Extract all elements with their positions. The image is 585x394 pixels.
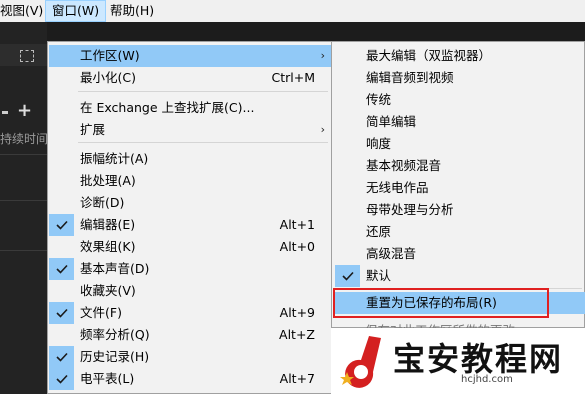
menu-item-label: 在 Exchange 上查找扩展(C)... — [80, 100, 255, 115]
menu-item-shortcut: Alt+7 — [279, 371, 315, 386]
window-menu-item[interactable]: 文件(F) Alt+9 — [49, 302, 333, 324]
menu-item-label: 工作区(W) — [80, 48, 140, 63]
divider — [0, 154, 47, 155]
workspace-menu-item[interactable]: 高级混音 — [333, 243, 585, 265]
window-menu-item[interactable]: 收藏夹(V) — [49, 280, 333, 302]
menu-item-shortcut: Alt+1 — [279, 217, 315, 232]
workspace-submenu: 最大编辑（双监视器） 编辑音频到视频 传统简单编辑响度基本视频混音 无线电作品母带处理… — [331, 41, 585, 328]
menu-item-shortcut: Ctrl+M — [271, 70, 316, 85]
window-menu-item[interactable]: 最小化(C) Ctrl+M — [49, 67, 333, 89]
workspace-menu-item[interactable]: 传统 — [333, 89, 585, 111]
menu-item-label: 最小化(C) — [80, 70, 136, 85]
window-menu-item[interactable]: 在 Exchange 上查找扩展(C)... — [49, 97, 333, 119]
menu-item-label: 高级混音 — [366, 246, 417, 261]
checkmark-icon — [335, 265, 360, 287]
workspace-menu-item[interactable]: 基本视频混音 — [333, 155, 585, 177]
menu-item-shortcut: Alt+Z — [279, 327, 315, 342]
menu-item-label: 还原 — [366, 224, 392, 239]
window-menu-item[interactable]: 扩展 › — [49, 119, 333, 141]
checkmark-icon — [49, 302, 74, 324]
workspace-menu-item[interactable]: 响度 — [333, 133, 585, 155]
add-plus-icon[interactable]: + — [17, 100, 32, 121]
menu-bar: 视图(V) 窗口(W) 帮助(H) — [0, 0, 585, 22]
menu-item-label: 收藏夹(V) — [80, 283, 136, 298]
window-menu-item[interactable]: 诊断(D) — [49, 192, 333, 214]
checkmark-icon — [49, 368, 74, 390]
menu-help[interactable]: 帮助(H) — [104, 0, 160, 22]
workspace-menu-item[interactable]: 简单编辑 — [333, 111, 585, 133]
window-menu-item[interactable]: 批处理(A) — [49, 170, 333, 192]
menu-view[interactable]: 视图(V) — [0, 0, 49, 22]
window-menu-item[interactable]: 工作区(W) › — [49, 45, 333, 67]
menu-item-label: 基本视频混音 — [366, 158, 442, 173]
menu-item-label: 扩展 — [80, 122, 106, 137]
workspace-menu-item[interactable]: 母带处理与分析 — [333, 199, 585, 221]
frame-select-icon[interactable] — [20, 50, 34, 62]
menu-item-label: 母带处理与分析 — [366, 202, 454, 217]
window-menu-item[interactable]: 电平表(L) Alt+7 — [49, 368, 333, 390]
checkmark-icon — [49, 258, 74, 280]
minus-icon[interactable] — [2, 111, 8, 114]
menu-item-label: 电平表(L) — [80, 371, 135, 386]
menu-separator — [78, 142, 328, 143]
divider — [0, 200, 47, 201]
menu-item-label: 无线电作品 — [366, 180, 429, 195]
window-menu-dropdown: 工作区(W) › 最小化(C) Ctrl+M 在 Exchange 上查找扩展(C)..… — [47, 41, 333, 394]
menu-item-label: 批处理(A) — [80, 173, 136, 188]
menu-item-shortcut: Alt+9 — [279, 305, 315, 320]
watermark-logo-icon — [340, 336, 381, 388]
workspace-menu-item[interactable]: 无线电作品 — [333, 177, 585, 199]
highlight-annotation-box — [333, 288, 549, 318]
workspace-menu-item[interactable]: 还原 — [333, 221, 585, 243]
background-panel — [0, 22, 47, 394]
menu-window[interactable]: 窗口(W) — [45, 0, 107, 22]
window-menu-item[interactable]: 基本声音(D) — [49, 258, 333, 280]
menu-item-shortcut: Alt+0 — [279, 239, 315, 254]
watermark-url: hcjhd.com — [461, 374, 513, 385]
menu-item-label: 默认 — [366, 268, 392, 283]
submenu-arrow-icon: › — [320, 123, 325, 136]
menu-item-label: 文件(F) — [80, 305, 122, 320]
menu-item-label: 最大编辑（双监视器） — [366, 48, 492, 63]
menu-item-label: 振幅统计(A) — [80, 151, 149, 166]
workspace-menu-item[interactable]: 默认 — [333, 265, 585, 287]
watermark: 宝安教程网 hcjhd.com — [331, 328, 585, 394]
workspace-menu-item[interactable]: 最大编辑（双监视器） — [333, 45, 585, 67]
window-menu-item[interactable]: 频率分析(Q) Alt+Z — [49, 324, 333, 346]
window-menu-item[interactable]: 历史记录(H) — [49, 346, 333, 368]
checkmark-icon — [49, 346, 74, 368]
submenu-arrow-icon: › — [320, 49, 325, 62]
menu-item-label: 编辑音频到视频 — [366, 70, 454, 85]
menu-item-label: 效果组(K) — [80, 239, 136, 254]
window-menu-item[interactable]: 效果组(K) Alt+0 — [49, 236, 333, 258]
menu-item-label: 历史记录(H) — [80, 349, 150, 364]
menu-item-label: 响度 — [366, 136, 392, 151]
workspace-menu-item[interactable]: 编辑音频到视频 — [333, 67, 585, 89]
menu-separator — [78, 91, 328, 92]
save-workspace-changes-item[interactable]: 保存对此工作区所做的更改 — [365, 320, 515, 328]
menu-item-label: 基本声音(D) — [80, 261, 150, 276]
menu-item-label: 频率分析(Q) — [80, 327, 150, 342]
window-menu-item[interactable]: 编辑器(E) Alt+1 — [49, 214, 333, 236]
menu-item-label: 诊断(D) — [80, 195, 125, 210]
divider — [0, 250, 47, 251]
menu-item-label: 编辑器(E) — [80, 217, 136, 232]
menu-item-label: 简单编辑 — [366, 114, 417, 129]
checkmark-icon — [49, 214, 74, 236]
window-menu-item[interactable]: 振幅统计(A) — [49, 148, 333, 170]
duration-column-header: 持续时间 — [0, 132, 49, 146]
menu-item-label: 传统 — [366, 92, 392, 107]
